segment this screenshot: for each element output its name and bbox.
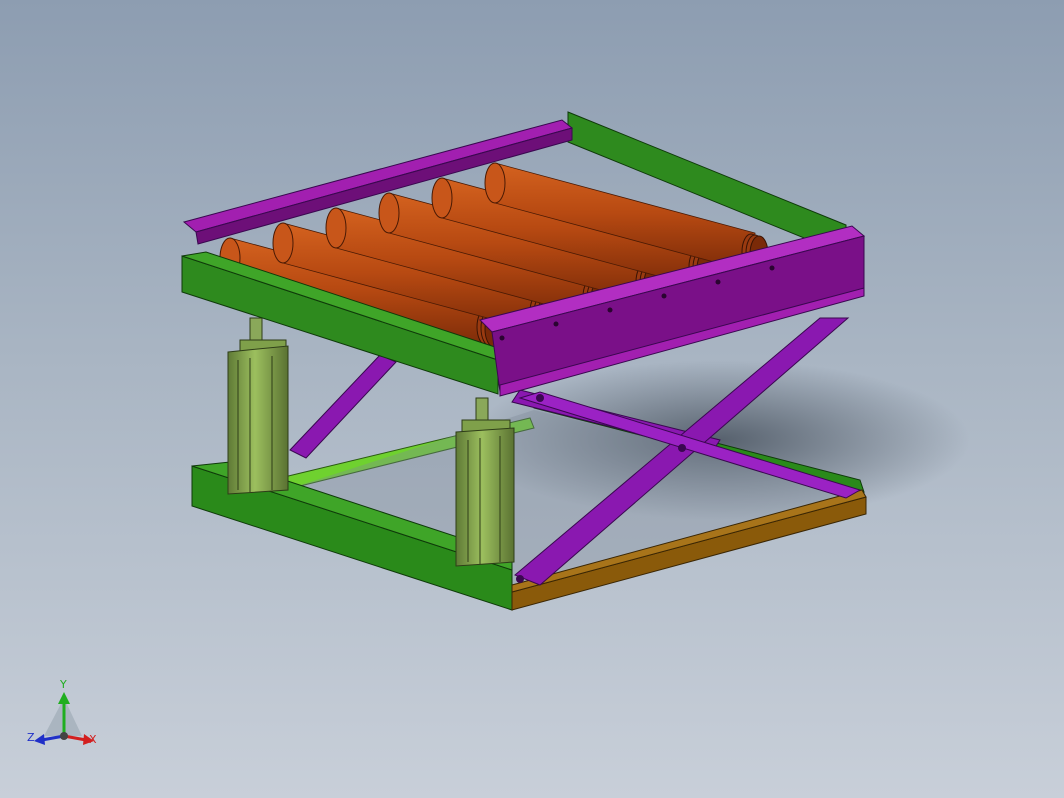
roller-cap-left-6 [484, 162, 506, 204]
hydraulic-cylinder-right [455, 397, 515, 567]
y-axis-label: Y [60, 678, 67, 691]
x-axis-label: X [89, 733, 97, 746]
lift-table-model[interactable] [0, 0, 1064, 798]
arm-end-pin-1 [516, 575, 524, 583]
coordinate-triad: Y Z X [24, 678, 104, 754]
roller-cap-left-4 [378, 192, 400, 234]
bolt-hole-4 [661, 293, 667, 299]
arm-end-pin-2 [536, 394, 544, 402]
scissor-arm-back-1 [289, 354, 397, 459]
roller-cap-left-2 [272, 222, 294, 264]
bolt-hole-5 [715, 279, 721, 285]
graphics-viewport[interactable]: Y Z X [0, 0, 1064, 798]
scissor-pivot [678, 444, 686, 452]
roller-cap-left-3 [325, 207, 347, 249]
bolt-hole-2 [553, 321, 559, 327]
bolt-hole-3 [607, 307, 613, 313]
bolt-hole-1 [499, 335, 505, 341]
roller-cap-left-5 [431, 177, 453, 219]
bolt-hole-6 [769, 265, 775, 271]
z-axis-label: Z [27, 731, 35, 744]
hydraulic-cylinder-left [227, 317, 289, 495]
